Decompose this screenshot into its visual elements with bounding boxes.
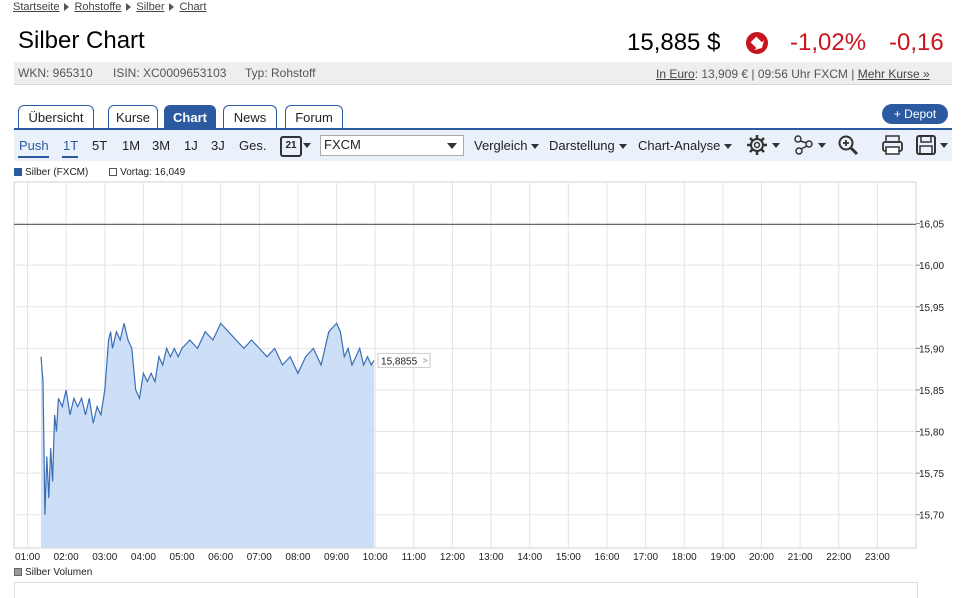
volume-legend-label: Silber Volumen: [25, 567, 93, 578]
x-tick-label: 23:00: [865, 552, 890, 563]
price-chart: 01:00 02:00 03:00 04:00 05:00 06:00 07:00 08:00…: [13, 181, 944, 563]
x-tick-label: 18:00: [672, 552, 697, 563]
x-tick-label: 12:00: [440, 552, 465, 563]
x-tick-label: 14:00: [517, 552, 542, 563]
x-tick-label: 19:00: [710, 552, 735, 563]
x-tick-label: 11:00: [402, 552, 427, 563]
y-tick-label: 16,05: [919, 220, 944, 231]
x-tick-label: 16:00: [594, 552, 619, 563]
x-tick-label: 01:00: [15, 552, 40, 563]
y-tick-label: 15,75: [919, 469, 944, 480]
x-tick-label: 03:00: [92, 552, 117, 563]
x-tick-label: 17:00: [633, 552, 658, 563]
volume-swatch: [14, 568, 22, 577]
x-tick-label: 07:00: [247, 552, 272, 563]
volume-legend: Silber Volumen: [14, 567, 92, 578]
last-value-label: 15,8855: [381, 356, 418, 367]
x-tick-label: 02:00: [54, 552, 79, 563]
x-tick-label: 20:00: [749, 552, 774, 563]
x-tick-label: 09:00: [324, 552, 349, 563]
y-tick-label: 16,00: [919, 261, 944, 272]
y-tick-label: 15,70: [919, 511, 944, 522]
x-tick-label: 08:00: [285, 552, 310, 563]
x-tick-label: 21:00: [788, 552, 813, 563]
x-tick-label: 10:00: [363, 552, 388, 563]
y-tick-label: 15,85: [919, 386, 944, 397]
y-tick-label: 15,90: [919, 344, 944, 355]
volume-chart-area: [14, 582, 918, 598]
x-tick-label: 13:00: [479, 552, 504, 563]
x-tick-label: 06:00: [208, 552, 233, 563]
y-tick-label: 15,95: [919, 303, 944, 314]
x-tick-label: 22:00: [826, 552, 851, 563]
x-tick-label: 04:00: [131, 552, 156, 563]
x-tick-label: 05:00: [170, 552, 195, 563]
y-tick-label: 15,80: [919, 428, 944, 439]
x-tick-label: 15:00: [556, 552, 581, 563]
